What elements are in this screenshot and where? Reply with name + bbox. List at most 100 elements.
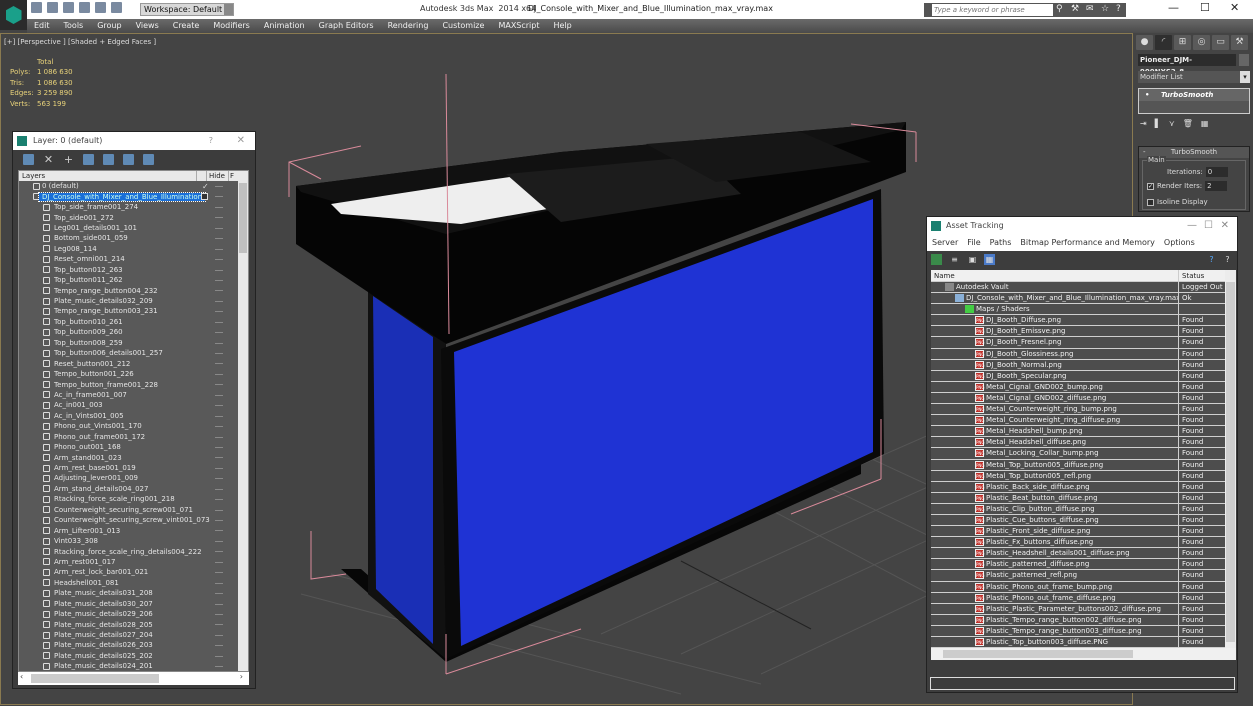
render-iters-checkbox[interactable]: ✓ (1147, 183, 1154, 190)
redo-icon[interactable] (95, 2, 106, 13)
menu-paths[interactable]: Paths (990, 235, 1012, 251)
hide-toggle[interactable] (215, 666, 223, 667)
scroll-left-icon[interactable]: ‹ (20, 672, 23, 681)
scroll-right-icon[interactable]: › (240, 672, 243, 681)
object-row[interactable]: Plate_music_details029_206 (19, 609, 248, 619)
help-icon[interactable]: ? (1222, 254, 1233, 265)
freeze-all-icon[interactable] (143, 154, 154, 165)
asset-row[interactable]: PNGPlastic_patterned_diffuse.pngFound (931, 559, 1225, 570)
menu-rendering[interactable]: Rendering (381, 19, 436, 33)
hide-toggle[interactable] (215, 624, 223, 625)
app-menu-button[interactable] (0, 0, 27, 30)
asset-row[interactable]: PNGDJ_Booth_Emissve.pngFound (931, 326, 1225, 337)
menu-tools[interactable]: Tools (57, 19, 91, 33)
asset-row[interactable]: PNGPlastic_patterned_refl.pngFound (931, 570, 1225, 581)
asset-row[interactable]: PNGPlastic_Phono_out_frame_diffuse.pngFo… (931, 593, 1225, 604)
hide-toggle[interactable] (215, 217, 223, 218)
scrollbar-thumb[interactable] (1226, 282, 1235, 642)
asset-row[interactable]: PNGPlastic_Beat_button_diffuse.pngFound (931, 493, 1225, 504)
hierarchy-tab-icon[interactable]: ⊞ (1174, 35, 1191, 50)
hide-toggle[interactable] (215, 614, 223, 615)
hide-toggle[interactable] (215, 437, 223, 438)
menu-edit[interactable]: Edit (27, 19, 57, 33)
object-row[interactable]: Phono_out001_168 (19, 442, 248, 452)
asset-row[interactable]: PNGPlastic_Tempo_range_button003_diffuse… (931, 626, 1225, 637)
object-row[interactable]: Phono_out_Vints001_170 (19, 421, 248, 431)
asset-row[interactable]: PNGDJ_Booth_Specular.pngFound (931, 371, 1225, 382)
horizontal-scrollbar[interactable]: ‹ › (18, 672, 249, 685)
hide-toggle[interactable] (215, 384, 223, 385)
object-row[interactable]: Headshell001_081 (19, 578, 248, 588)
object-row[interactable]: Tempo_button_frame001_228 (19, 379, 248, 389)
hide-toggle[interactable] (215, 426, 223, 427)
menu-options[interactable]: Options (1164, 235, 1195, 251)
modifier-list-dropdown[interactable]: Modifier List ▾ (1138, 71, 1250, 83)
asset-row[interactable]: PNGPlastic_Headshell_details001_diffuse.… (931, 548, 1225, 559)
hide-toggle[interactable] (215, 499, 223, 500)
hide-toggle[interactable] (215, 259, 223, 260)
hide-toggle[interactable] (215, 416, 223, 417)
create-layer-icon[interactable] (23, 154, 34, 165)
asset-row[interactable]: PNGMetal_Counterweight_ring_bump.pngFoun… (931, 404, 1225, 415)
current-layer-checkbox[interactable] (201, 193, 208, 200)
scrollbar-thumb[interactable] (31, 674, 159, 683)
add-to-layer-icon[interactable]: + (63, 154, 74, 165)
asset-row[interactable]: Maps / Shaders (931, 304, 1225, 315)
asset-row[interactable]: PNGPlastic_Top_button003_diffuse.PNGFoun… (931, 637, 1225, 648)
isoline-checkbox[interactable] (1147, 199, 1154, 206)
layer-row[interactable]: 0 (default)✓ (19, 181, 248, 191)
hide-toggle[interactable] (215, 322, 223, 323)
layer-window-titlebar[interactable]: Layer: 0 (default) ? ✕ (13, 132, 255, 150)
object-row[interactable]: Top_side001_272 (19, 212, 248, 222)
hide-toggle[interactable] (215, 604, 223, 605)
highlight-layer-icon[interactable] (103, 154, 114, 165)
hide-toggle[interactable] (215, 635, 223, 636)
new-file-icon[interactable] (31, 2, 42, 13)
asset-window-titlebar[interactable]: Asset Tracking — ☐ ✕ (927, 217, 1237, 235)
asset-row[interactable]: PNGDJ_Booth_Normal.pngFound (931, 360, 1225, 371)
asset-row[interactable]: PNGMetal_Cignal_GND002_bump.pngFound (931, 382, 1225, 393)
asset-row[interactable]: PNGPlastic_Fx_buttons_diffuse.pngFound (931, 537, 1225, 548)
undo-icon[interactable] (79, 2, 90, 13)
object-row[interactable]: Vint033_308 (19, 536, 248, 546)
hide-toggle[interactable] (215, 489, 223, 490)
maximize-button[interactable]: ☐ (1200, 1, 1210, 14)
object-row[interactable]: Top_button012_263 (19, 265, 248, 275)
object-row[interactable]: Counterweight_securing_screw_vint001_073 (19, 515, 248, 525)
object-row[interactable]: Tempo_range_button004_232 (19, 285, 248, 295)
hide-toggle[interactable] (215, 186, 223, 187)
horizontal-scrollbar[interactable] (931, 648, 1236, 660)
hide-toggle[interactable] (215, 478, 223, 479)
hide-toggle[interactable] (215, 562, 223, 563)
object-row[interactable]: Leg008_114 (19, 244, 248, 254)
object-row[interactable]: Top_side_frame001_274 (19, 202, 248, 212)
object-row[interactable]: Plate_music_details027_204 (19, 630, 248, 640)
list-view-icon[interactable]: ≡ (949, 254, 960, 265)
asset-row[interactable]: PNGPlastic_Tempo_range_button002_diffuse… (931, 615, 1225, 626)
object-row[interactable]: Rtacking_force_scale_ring001_218 (19, 494, 248, 504)
asset-row[interactable]: PNGMetal_Top_button005_refl.pngFound (931, 471, 1225, 482)
object-row[interactable]: Tempo_button001_226 (19, 369, 248, 379)
vault-help-icon[interactable]: ? (1206, 254, 1217, 265)
asset-row[interactable]: PNGMetal_Headshell_bump.pngFound (931, 426, 1225, 437)
object-row[interactable]: Leg001_details001_101 (19, 223, 248, 233)
hide-toggle[interactable] (215, 551, 223, 552)
object-row[interactable]: Top_button010_261 (19, 317, 248, 327)
asset-row[interactable]: PNGMetal_Headshell_diffuse.pngFound (931, 437, 1225, 448)
select-objects-icon[interactable] (83, 154, 94, 165)
hide-toggle[interactable] (215, 645, 223, 646)
help-icon[interactable]: ? (1116, 4, 1126, 15)
hide-toggle[interactable] (215, 395, 223, 396)
menu-animation[interactable]: Animation (257, 19, 312, 33)
object-row[interactable]: Plate_music_details030_207 (19, 599, 248, 609)
maximize-button[interactable]: ☐ (1204, 217, 1213, 235)
minimize-button[interactable]: — (1187, 217, 1197, 235)
menu-views[interactable]: Views (129, 19, 166, 33)
object-row[interactable]: Top_button008_259 (19, 338, 248, 348)
object-row[interactable]: Plate_music_details031_208 (19, 588, 248, 598)
object-row[interactable]: Adjusting_lever001_009 (19, 473, 248, 483)
object-row[interactable]: Reset_button001_212 (19, 358, 248, 368)
vertical-scrollbar[interactable] (238, 171, 248, 671)
save-icon[interactable] (63, 2, 74, 13)
hide-toggle[interactable] (215, 530, 223, 531)
